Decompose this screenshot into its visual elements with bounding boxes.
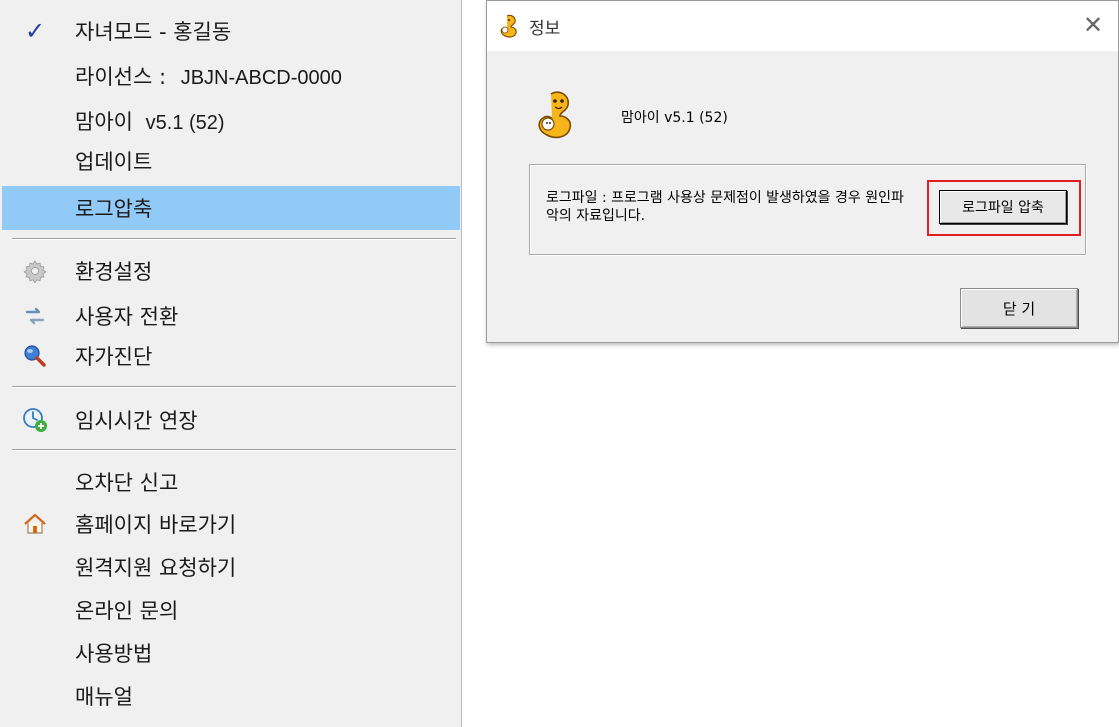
clock-add-icon <box>21 406 49 434</box>
close-button[interactable]: 닫 기 <box>960 288 1078 328</box>
menu-item-label: 매뉴얼 <box>75 685 133 709</box>
menu-item-extend-time[interactable]: 임시시간 연장 <box>2 398 460 442</box>
info-dialog: 정보 ✕ 맘아이 v5.1 (52) 로그파일 : 프로그램 사용상 문제점이 … <box>486 0 1119 343</box>
menu-item-homepage[interactable]: 홈페이지 바로가기 <box>2 502 460 546</box>
menu-item-label: 원격지원 요청하기 <box>75 556 237 580</box>
menu-item-label: 자가진단 <box>75 345 153 369</box>
menu-item-update[interactable]: 업데이트 <box>2 139 460 183</box>
gear-icon <box>21 257 49 285</box>
magnifier-icon <box>21 342 49 370</box>
version-value: v5.1 (52) <box>145 112 225 134</box>
menu-item-label: 온라인 문의 <box>75 599 179 623</box>
menu-item-remote-support[interactable]: 원격지원 요청하기 <box>2 545 460 589</box>
license-label-group: 라이선스 : JBJN-ABCD-0000 <box>75 61 342 91</box>
menu-item-label: 자녀모드 - 홍길동 <box>75 20 232 44</box>
menu-item-switch-user[interactable]: 사용자 전환 <box>2 294 460 338</box>
menu-item-settings[interactable]: 환경설정 <box>2 249 460 293</box>
menu-item-label: 업데이트 <box>75 150 153 174</box>
menu-item-child-mode[interactable]: ✓ 자녀모드 - 홍길동 <box>2 9 460 53</box>
version-label-group: 맘아이 v5.1 (52) <box>75 106 225 136</box>
menu-item-label: 맘아이 <box>75 110 133 134</box>
menu-item-self-diagnosis[interactable]: 자가진단 <box>2 334 460 378</box>
menu-item-label: 사용방법 <box>75 642 153 666</box>
menu-item-license[interactable]: 라이선스 : JBJN-ABCD-0000 <box>2 54 460 98</box>
menu-item-label: 오차단 신고 <box>75 471 179 495</box>
switch-user-icon <box>21 302 49 330</box>
menu-item-label: 라이선스 : <box>75 65 167 89</box>
menu-item-report-misblock[interactable]: 오차단 신고 <box>2 460 460 504</box>
mascot-icon <box>534 88 578 144</box>
compress-log-button[interactable]: 로그파일 압축 <box>939 190 1067 224</box>
dialog-titlebar[interactable]: 정보 ✕ <box>487 1 1118 51</box>
tray-context-menu: ✓ 자녀모드 - 홍길동 라이선스 : JBJN-ABCD-0000 맘아이 v… <box>0 0 462 727</box>
screen: ✓ 자녀모드 - 홍길동 라이선스 : JBJN-ABCD-0000 맘아이 v… <box>0 0 1119 727</box>
menu-item-how-to-use[interactable]: 사용방법 <box>2 631 460 675</box>
menu-item-label: 임시시간 연장 <box>75 409 198 433</box>
license-key: JBJN-ABCD-0000 <box>180 67 342 89</box>
log-file-description: 로그파일 : 프로그램 사용상 문제점이 발생하였을 경우 원인파악의 자료입니… <box>546 190 904 224</box>
menu-item-version[interactable]: 맘아이 v5.1 (52) <box>2 99 460 143</box>
menu-separator <box>12 449 456 451</box>
menu-item-label: 홈페이지 바로가기 <box>75 513 237 537</box>
log-file-groupbox: 로그파일 : 프로그램 사용상 문제점이 발생하였을 경우 원인파악의 자료입니… <box>529 164 1086 255</box>
menu-item-label: 환경설정 <box>75 260 153 284</box>
menu-item-label: 사용자 전환 <box>75 305 179 329</box>
check-icon: ✓ <box>24 17 46 45</box>
highlight-outline: 로그파일 압축 <box>927 180 1081 236</box>
menu-item-online-inquiry[interactable]: 온라인 문의 <box>2 588 460 632</box>
menu-item-log-compress[interactable]: 로그압축 <box>2 186 460 230</box>
app-version-text: 맘아이 v5.1 (52) <box>621 110 728 126</box>
menu-item-label: 로그압축 <box>75 197 153 221</box>
menu-separator <box>12 238 456 240</box>
menu-item-manual[interactable]: 매뉴얼 <box>2 674 460 718</box>
dialog-title: 정보 <box>529 19 561 39</box>
mascot-icon <box>499 13 521 39</box>
close-icon[interactable]: ✕ <box>1074 7 1112 43</box>
menu-separator <box>12 386 456 388</box>
home-icon <box>21 510 49 538</box>
